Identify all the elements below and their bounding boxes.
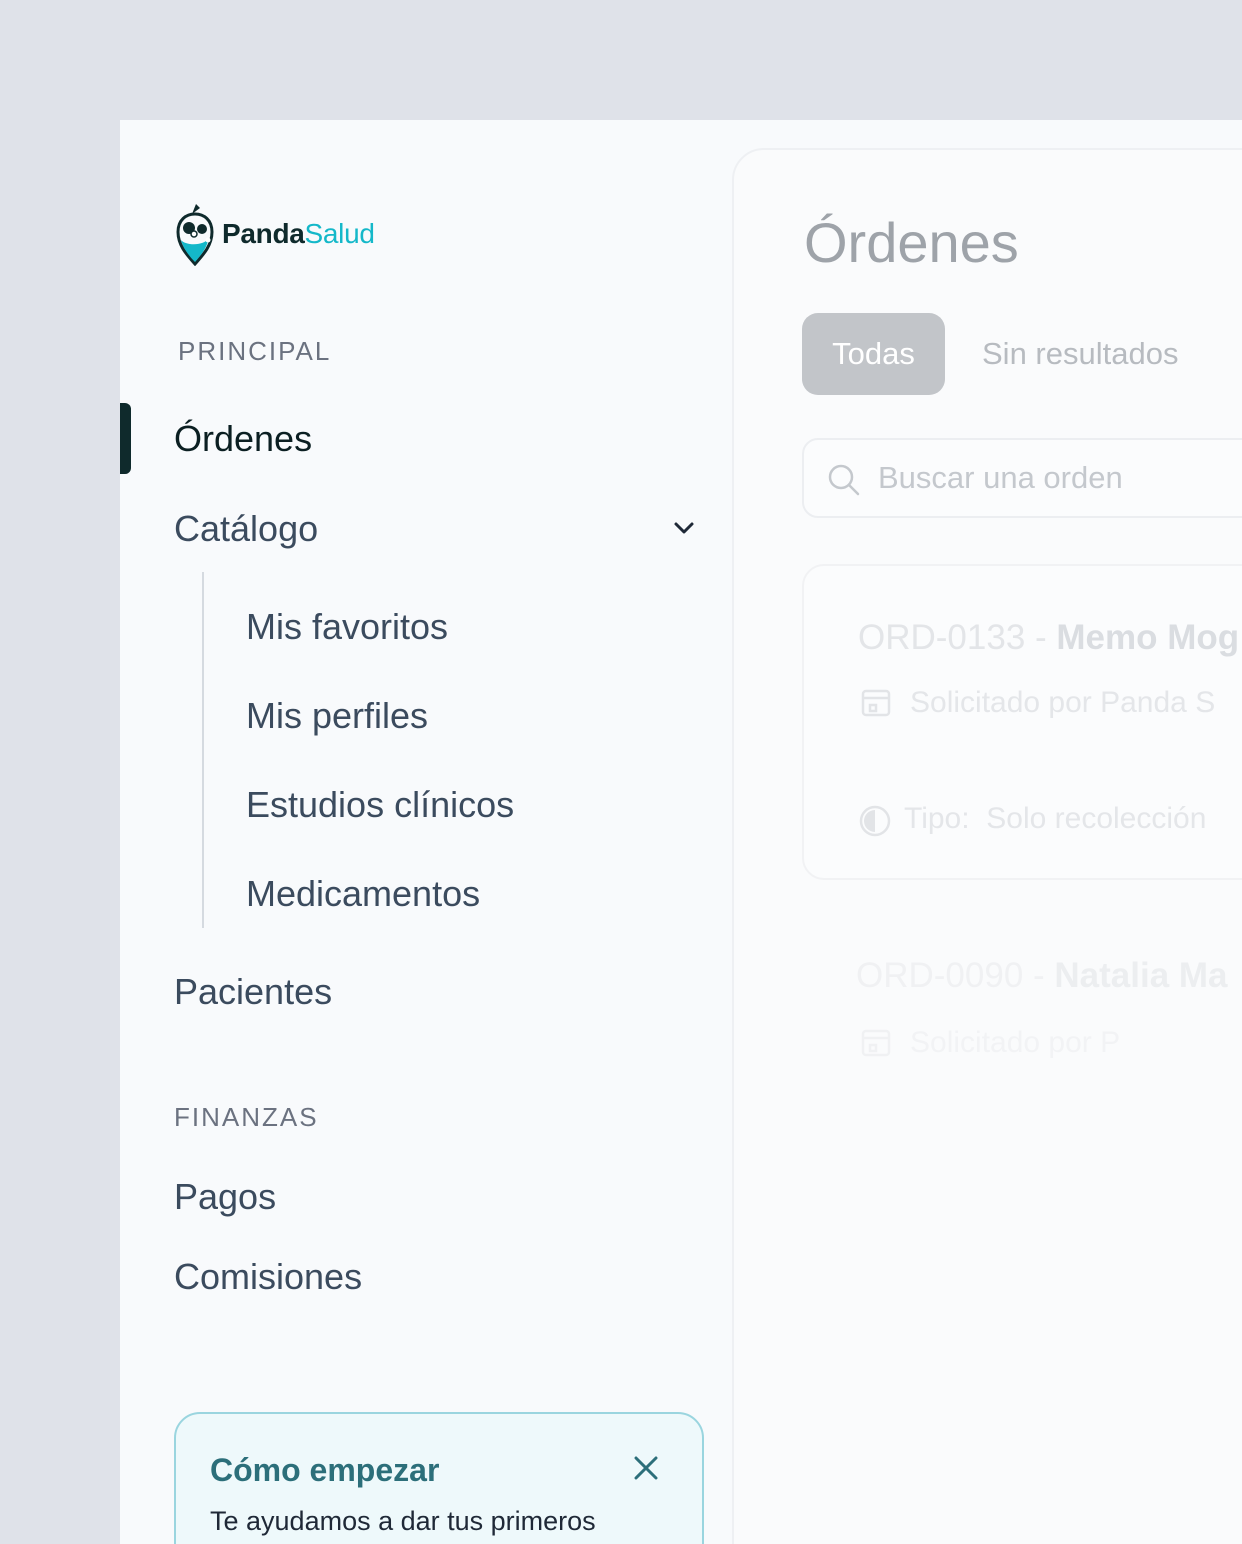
sidebar-item-comisiones[interactable]: Comisiones xyxy=(174,1256,362,1298)
tab-sin-resultados[interactable]: Sin resultados xyxy=(982,336,1178,372)
panda-logo-icon xyxy=(176,204,214,266)
order-requested-by: Solicitado por Panda S xyxy=(910,686,1216,719)
order-requested-by: Solicitado por P xyxy=(910,1026,1121,1059)
submenu-guide-line xyxy=(202,572,204,928)
order-card[interactable]: ORD-0133 - Memo Mog Solicitado por Panda… xyxy=(802,564,1242,880)
sidebar-subitem-medicamentos[interactable]: Medicamentos xyxy=(246,873,480,915)
close-icon[interactable] xyxy=(632,1454,660,1482)
order-patient: Memo Mog xyxy=(1056,618,1240,657)
main-panel: Órdenes Todas Sin resultados ORD-0133 - … xyxy=(732,148,1242,1544)
sidebar-subitem-mis-favoritos[interactable]: Mis favoritos xyxy=(246,606,448,648)
search-input[interactable] xyxy=(878,440,1242,516)
store-icon xyxy=(861,1029,891,1057)
page-title: Órdenes xyxy=(804,211,1019,274)
brand-name-part2: Salud xyxy=(304,218,375,249)
tab-todas[interactable]: Todas xyxy=(802,313,945,395)
sidebar: PandaSalud PRINCIPAL Órdenes Catálogo Mi… xyxy=(120,120,730,1544)
order-separator: - xyxy=(1023,956,1055,995)
order-type-value: Solo recolección xyxy=(986,802,1207,835)
order-type: Tipo: Solo recolección xyxy=(904,802,1206,836)
active-indicator xyxy=(120,403,131,474)
order-patient: Natalia Ma xyxy=(1054,956,1228,995)
brand-name: PandaSalud xyxy=(222,218,375,250)
brand-name-part1: Panda xyxy=(222,218,305,249)
order-header[interactable]: ORD-0090 - Natalia Ma xyxy=(856,956,1228,996)
search-icon xyxy=(828,464,860,496)
search-box xyxy=(802,438,1242,518)
getting-started-body: Te ayudamos a dar tus primeros xyxy=(210,1506,596,1536)
sidebar-item-ordenes[interactable]: Órdenes xyxy=(174,418,312,460)
sidebar-subitem-estudios-clinicos[interactable]: Estudios clínicos xyxy=(246,784,514,826)
brand-logo[interactable]: PandaSalud xyxy=(172,202,375,266)
getting-started-title: Cómo empezar xyxy=(210,1452,440,1488)
order-separator: - xyxy=(1025,618,1057,657)
store-icon xyxy=(861,689,891,717)
section-label-finanzas: FINANZAS xyxy=(174,1102,319,1132)
app-window: PandaSalud PRINCIPAL Órdenes Catálogo Mi… xyxy=(120,120,1242,1544)
order-header: ORD-0133 - Memo Mog xyxy=(858,618,1239,658)
sidebar-subitem-mis-perfiles[interactable]: Mis perfiles xyxy=(246,695,428,737)
sidebar-item-catalogo[interactable]: Catálogo xyxy=(174,508,318,550)
chevron-down-icon[interactable] xyxy=(670,514,698,542)
sidebar-item-pacientes[interactable]: Pacientes xyxy=(174,971,332,1013)
order-id: ORD-0133 xyxy=(858,618,1026,657)
sidebar-item-pagos[interactable]: Pagos xyxy=(174,1176,276,1218)
getting-started-card: Cómo empezar Te ayudamos a dar tus prime… xyxy=(174,1412,704,1544)
order-id: ORD-0090 xyxy=(856,956,1024,995)
section-label-principal: PRINCIPAL xyxy=(178,336,332,366)
order-type-label: Tipo: xyxy=(904,802,970,835)
half-circle-icon xyxy=(859,805,891,837)
